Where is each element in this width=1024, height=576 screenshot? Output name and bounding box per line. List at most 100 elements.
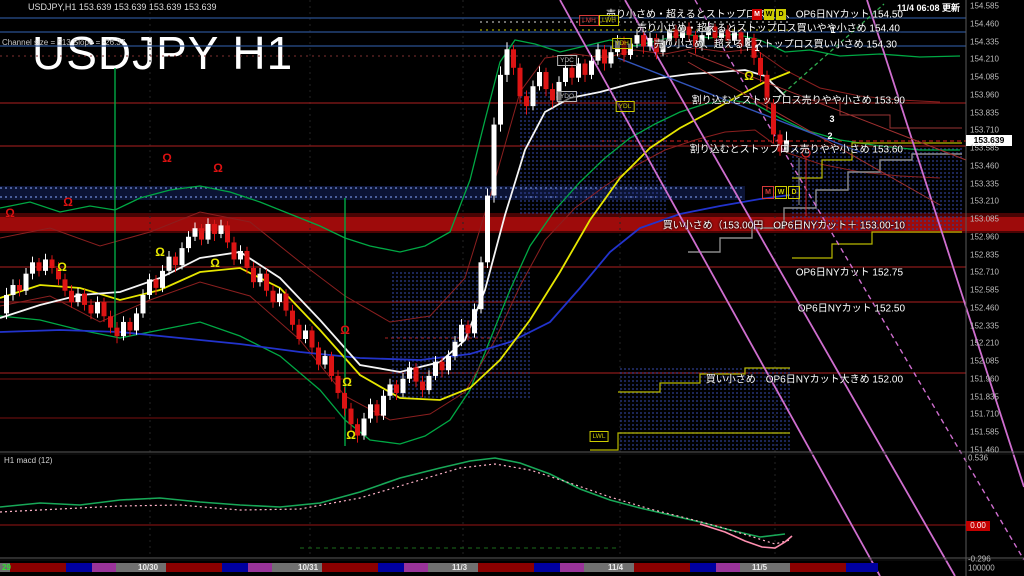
candle-body <box>544 72 549 89</box>
session-segment <box>534 563 560 572</box>
candle-body <box>297 325 302 339</box>
candle-body <box>576 64 581 78</box>
candle-body <box>323 356 328 365</box>
candle-body <box>388 384 393 395</box>
candle-body <box>433 362 438 376</box>
candle-body <box>368 404 373 418</box>
candle-body <box>37 262 42 271</box>
session-segment <box>716 563 740 572</box>
candle-body <box>4 295 9 313</box>
candle-body <box>17 285 22 291</box>
candle-body <box>277 294 282 303</box>
candle-body <box>154 279 159 288</box>
candle-body <box>63 279 68 290</box>
candle-body <box>349 409 354 425</box>
candle-body <box>115 328 120 337</box>
trendline-3 <box>695 0 1024 560</box>
session-segment <box>478 563 534 572</box>
chart-canvas[interactable] <box>0 0 1024 576</box>
macd-signal <box>0 464 790 544</box>
candle-body <box>537 72 542 86</box>
candle-body <box>206 224 211 240</box>
session-segment <box>740 563 790 572</box>
session-segment <box>634 563 690 572</box>
session-segment <box>322 563 378 572</box>
candle-body <box>550 89 555 100</box>
candle-body <box>381 396 386 416</box>
candle-body <box>557 82 562 100</box>
candle-body <box>134 313 139 330</box>
candle-body <box>563 68 568 82</box>
candle-body <box>771 103 776 134</box>
candle-body <box>466 325 471 334</box>
candle-body <box>739 32 744 46</box>
chart-window[interactable]: USDJPY H1 USDJPY,H1 153.639 153.639 153.… <box>0 0 1024 576</box>
candle-body <box>706 27 711 36</box>
candle-body <box>778 135 783 152</box>
candle-body <box>687 27 692 36</box>
candle-body <box>212 224 217 234</box>
candle-body <box>583 64 588 75</box>
candle-body <box>128 322 133 331</box>
session-segment <box>66 563 92 572</box>
candle-body <box>199 228 204 239</box>
candle-body <box>446 356 451 370</box>
candle-body <box>89 305 94 314</box>
candle-body <box>492 125 497 196</box>
candle-body <box>498 75 503 125</box>
candle-body <box>82 294 87 305</box>
candle-body <box>596 49 601 60</box>
candle-body <box>69 291 74 302</box>
candle-body <box>102 302 107 316</box>
candle-body <box>141 295 146 313</box>
session-segment <box>116 563 166 572</box>
candle-body <box>518 68 523 96</box>
candle-body <box>310 330 315 347</box>
candle-body <box>485 196 490 263</box>
candle-body <box>479 262 484 309</box>
session-segment <box>790 563 846 572</box>
candle-body <box>589 61 594 75</box>
candle-body <box>505 49 510 75</box>
candle-body <box>732 32 737 41</box>
candle-body <box>95 302 100 313</box>
candle-body <box>765 75 770 103</box>
candle-body <box>24 274 29 291</box>
candle-body <box>427 376 432 390</box>
session-segment <box>560 563 584 572</box>
candle-body <box>401 379 406 393</box>
candle-body <box>531 86 536 106</box>
red-stairs <box>792 100 962 128</box>
trendline-1 <box>560 0 880 576</box>
candle-body <box>167 257 172 271</box>
candle-body <box>635 35 640 44</box>
candle-body <box>108 316 113 327</box>
candle-body <box>11 285 16 295</box>
candle-body <box>680 27 685 38</box>
candle-body <box>407 367 412 378</box>
candle-body <box>271 291 276 302</box>
candle-body <box>30 262 35 273</box>
session-segment <box>846 563 878 572</box>
candle-body <box>661 41 666 52</box>
candle-body <box>238 251 243 260</box>
macd-hook <box>700 524 792 548</box>
session-segment <box>584 563 634 572</box>
trendline-4 <box>867 0 1024 487</box>
candle-body <box>414 367 419 381</box>
kumo-dots <box>618 368 790 452</box>
candle-body <box>693 35 698 46</box>
session-segment <box>272 563 322 572</box>
candle-body <box>219 225 224 234</box>
candle-body <box>232 242 237 259</box>
candle-body <box>375 404 380 415</box>
candle-body <box>440 362 445 371</box>
candle-body <box>719 29 724 38</box>
kumo-right-bottom <box>792 232 962 258</box>
session-segment <box>428 563 478 572</box>
candle-body <box>303 330 308 339</box>
session-segment <box>690 563 716 572</box>
candle-body <box>648 38 653 47</box>
candle-body <box>180 248 185 265</box>
candle-body <box>258 274 263 283</box>
